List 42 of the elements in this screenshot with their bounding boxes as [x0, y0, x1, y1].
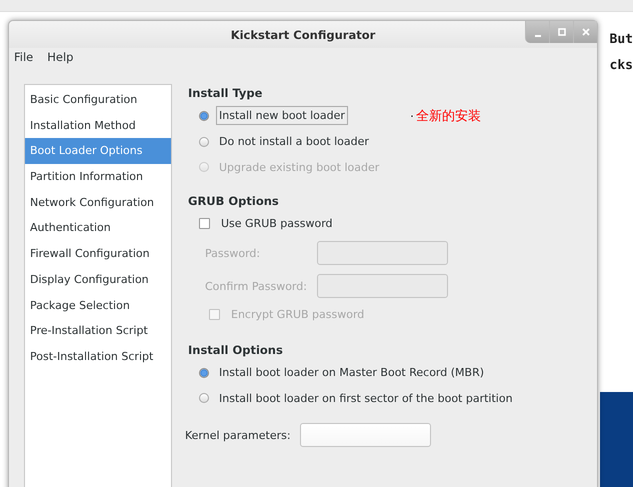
radio-button[interactable]: [199, 368, 209, 378]
sidebar-item[interactable]: Firewall Configuration: [25, 241, 171, 267]
annotation-text: 全新的安装: [416, 108, 481, 125]
checkbox-label: Encrypt GRUB password: [230, 307, 366, 324]
sidebar-item[interactable]: Pre-Installation Script: [25, 318, 171, 344]
maximize-icon: [556, 27, 566, 37]
maximize-button[interactable]: [549, 21, 573, 43]
section-heading: GRUB Options: [188, 194, 280, 210]
minimize-button[interactable]: [525, 21, 549, 43]
radio-label: Install boot loader on Master Boot Record (MBR): [218, 365, 485, 382]
sidebar-item[interactable]: Authentication: [25, 215, 171, 242]
section-heading: Install Type: [188, 86, 264, 102]
annotation-dot: ·: [410, 110, 414, 122]
checkbox-label: Use GRUB password: [220, 216, 334, 232]
kernel-parameters-field[interactable]: [300, 423, 431, 448]
sidebar-item[interactable]: Network Configuration: [25, 190, 171, 216]
radio-label: Do not install a boot loader: [218, 134, 370, 150]
field-label: Password:: [205, 246, 262, 260]
radio-button[interactable]: [199, 136, 209, 147]
radio-label: Install new boot loader: [216, 106, 348, 126]
sidebar-item[interactable]: Package Selection: [25, 292, 171, 318]
menu-item[interactable]: File: [14, 50, 34, 64]
checkbox[interactable]: [199, 218, 210, 230]
radio-label: Upgrade existing boot loader: [218, 160, 380, 176]
terminal-text: cks: [610, 58, 633, 73]
radio-button[interactable]: [199, 110, 209, 121]
terminal-text: But: [610, 32, 633, 47]
window-title: Kickstart Configurator: [230, 28, 376, 42]
sidebar-item[interactable]: Post-Installation Script: [25, 344, 171, 370]
minimize-icon: [534, 35, 540, 37]
menu-item[interactable]: Help: [47, 50, 74, 64]
radio-button[interactable]: [199, 393, 209, 404]
close-button[interactable]: [573, 21, 597, 43]
sidebar-item[interactable]: Display Configuration: [25, 266, 171, 292]
close-icon: [580, 27, 590, 37]
radio-label: Install boot loader on first sector of the boot partition: [218, 390, 514, 407]
field-label: Kernel parameters:: [185, 428, 292, 442]
field-label: Confirm Password:: [205, 280, 308, 293]
sidebar-item[interactable]: Installation Method: [25, 112, 171, 138]
section-heading: Install Options: [188, 342, 284, 359]
sidebar-item[interactable]: Basic Configuration: [25, 87, 171, 113]
sidebar-item[interactable]: Partition Information: [25, 164, 171, 190]
